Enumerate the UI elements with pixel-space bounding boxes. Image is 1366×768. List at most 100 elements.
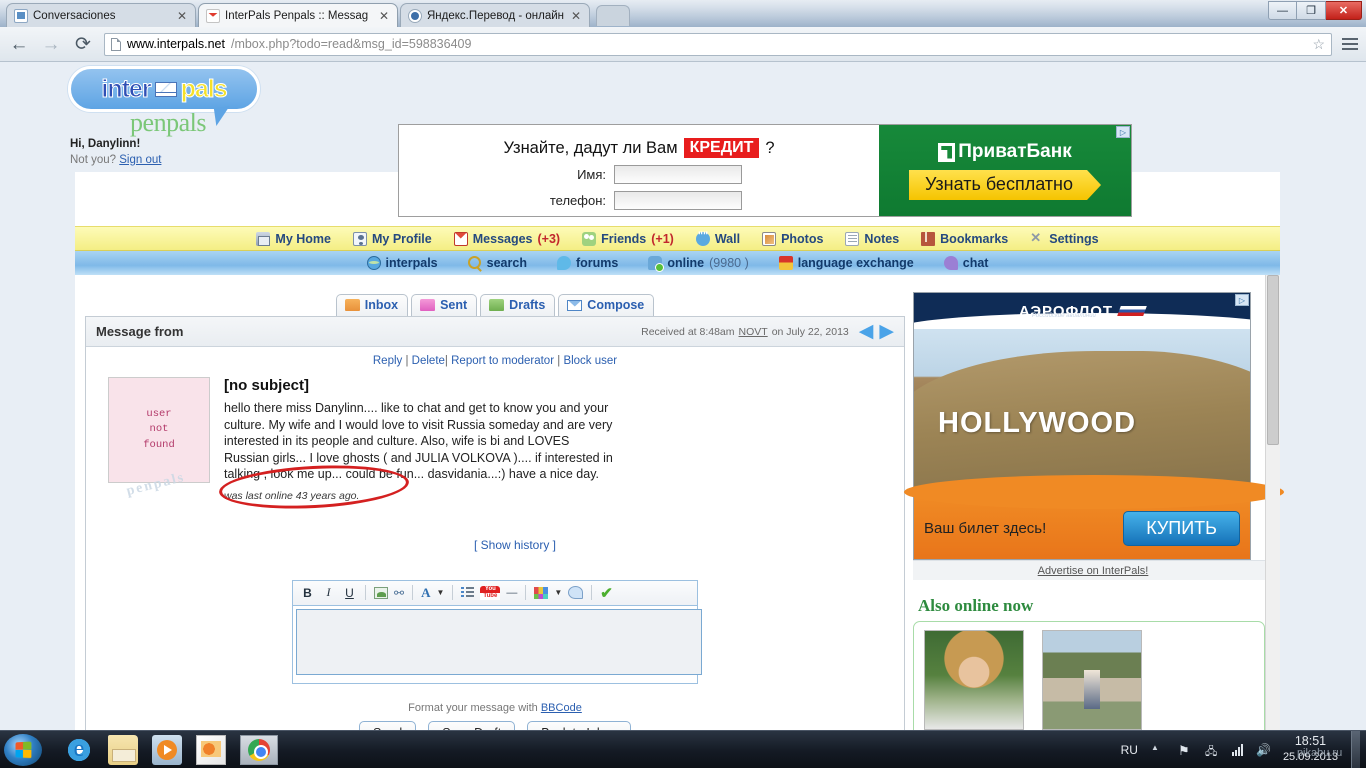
tab-sent[interactable]: Sent <box>411 294 478 316</box>
nav-my-home[interactable]: My Home <box>256 231 331 246</box>
bold-button[interactable]: B <box>300 586 315 600</box>
chrome-taskbar-icon[interactable] <box>240 734 278 765</box>
signal-strength-icon[interactable] <box>1231 743 1243 756</box>
file-explorer-taskbar-icon[interactable] <box>108 734 138 765</box>
horizontal-rule-icon[interactable]: — <box>506 587 517 599</box>
delete-link[interactable]: Delete <box>412 355 445 367</box>
browser-tab-title: Conversaciones <box>33 9 116 22</box>
nav-bookmarks[interactable]: Bookmarks <box>921 231 1008 246</box>
font-color-icon[interactable]: A <box>421 585 430 601</box>
nav-search[interactable]: search <box>467 256 527 270</box>
nav-my-profile[interactable]: My Profile <box>353 231 432 246</box>
privatbank-mark-icon <box>938 142 956 162</box>
top-banner-ad[interactable]: Узнайте, дадут ли Вам КРЕДИТ ? Имя: теле… <box>398 124 1132 217</box>
language-indicator[interactable]: RU <box>1121 743 1138 757</box>
reload-icon[interactable]: ⟳ <box>72 35 94 54</box>
save-draft-button[interactable]: Save Draft <box>428 720 516 730</box>
tab-inbox[interactable]: Inbox <box>335 294 409 316</box>
insert-image-icon[interactable] <box>374 586 388 599</box>
next-message-icon[interactable]: ▶ <box>879 322 894 341</box>
tab-drafts[interactable]: Drafts <box>480 294 556 316</box>
photo-viewer-taskbar-icon[interactable] <box>196 734 226 765</box>
close-tab-icon[interactable]: ✕ <box>377 10 391 22</box>
internet-explorer-taskbar-icon[interactable] <box>64 734 94 765</box>
youtube-icon[interactable]: You Tube <box>480 585 501 600</box>
top-ad-phone-input[interactable] <box>614 191 742 210</box>
volume-icon[interactable] <box>1256 743 1270 757</box>
message-actions: Reply | Delete| Report to moderator | Bl… <box>372 355 618 367</box>
close-tab-icon[interactable]: ✕ <box>569 10 583 22</box>
sign-out-link[interactable]: Sign out <box>119 154 161 166</box>
right-sidebar: АЭРОФЛОТ Российские авиалинии HOLLYWOOD … <box>904 275 1284 730</box>
nav-forums[interactable]: forums <box>556 256 618 270</box>
user-photo[interactable] <box>1042 630 1142 730</box>
chevron-down-icon[interactable]: ▼ <box>436 588 444 597</box>
network-icon[interactable] <box>1205 743 1219 757</box>
media-player-taskbar-icon[interactable] <box>152 734 182 765</box>
chrome-browser-window: Conversaciones ✕ InterPals Penpals :: Me… <box>0 0 1366 730</box>
scrollbar-thumb[interactable] <box>1267 275 1279 445</box>
nav-language-exchange[interactable]: language exchange <box>778 256 914 270</box>
nav-chat[interactable]: chat <box>943 256 988 270</box>
previous-message-icon[interactable]: ◀ <box>859 322 874 341</box>
show-hidden-icons-icon[interactable] <box>1151 743 1165 757</box>
send-button[interactable]: Send <box>358 720 417 730</box>
start-button[interactable] <box>4 733 42 766</box>
back-icon[interactable]: ← <box>8 35 30 54</box>
top-ad-name-input[interactable] <box>614 165 742 184</box>
block-user-link[interactable]: Block user <box>563 355 617 367</box>
bookmark-star-icon[interactable]: ☆ <box>1312 36 1325 53</box>
online-user-card[interactable]: VICTORIA-N 17 <box>1038 630 1146 730</box>
nav-wall[interactable]: Wall <box>695 230 740 246</box>
tab-compose[interactable]: Compose <box>558 294 655 316</box>
color-palette-icon[interactable] <box>534 586 549 599</box>
nav-online[interactable]: online (9980 ) <box>648 256 749 272</box>
chevron-down-icon[interactable]: ▼ <box>554 588 562 597</box>
list-icon[interactable] <box>461 587 475 598</box>
show-desktop-button[interactable] <box>1351 730 1360 768</box>
reply-textarea[interactable] <box>296 608 702 675</box>
insert-link-icon[interactable]: ⚯ <box>394 586 404 600</box>
underline-button[interactable]: U <box>342 586 357 600</box>
back-to-inbox-button[interactable]: Back to Inbox <box>527 720 631 730</box>
nav-messages[interactable]: Messages (+3) <box>453 231 560 246</box>
tab-label: Drafts <box>509 298 546 312</box>
browser-tab-yandex[interactable]: Яндекс.Перевод - онлайн ✕ <box>400 3 590 27</box>
mail-icon <box>453 231 468 246</box>
spellcheck-icon[interactable]: ✔ <box>600 584 613 602</box>
user-photo[interactable] <box>924 630 1024 730</box>
clock[interactable]: 18:51 25.09.2013 pikabu.ru <box>1283 734 1342 764</box>
nav-photos[interactable]: Photos <box>762 231 823 246</box>
advertise-link[interactable]: Advertise on InterPals! <box>1038 565 1149 577</box>
new-tab-button[interactable] <box>596 5 630 26</box>
nav-interpals[interactable]: interpals <box>366 256 438 270</box>
close-tab-icon[interactable]: ✕ <box>175 10 189 22</box>
forward-icon[interactable]: → <box>40 35 62 54</box>
italic-button[interactable]: I <box>321 585 336 600</box>
browser-tab-conversaciones[interactable]: Conversaciones ✕ <box>6 3 196 27</box>
bbcode-link[interactable]: BBCode <box>541 702 582 714</box>
nav-settings[interactable]: Settings <box>1030 230 1098 246</box>
show-history-link[interactable]: [ Show history ] <box>126 502 904 552</box>
nav-notes[interactable]: Notes <box>845 231 899 246</box>
page-scrollbar[interactable] <box>1265 275 1280 730</box>
chrome-menu-icon[interactable] <box>1342 38 1358 50</box>
top-ad-cta-button[interactable]: Узнать бесплатно <box>909 170 1101 200</box>
online-user-card[interactable]: SLY38 38 <box>920 630 1028 730</box>
address-bar[interactable]: www.interpals.net /mbox.php?todo=read&ms… <box>104 32 1332 56</box>
smiley-icon[interactable] <box>568 586 584 599</box>
browser-tab-interpals[interactable]: InterPals Penpals :: Messag ✕ <box>198 3 398 27</box>
adchoices-icon[interactable]: ▷ <box>1235 294 1249 306</box>
report-to-moderator-link[interactable]: Report to moderator <box>451 355 554 367</box>
restore-button[interactable]: ❐ <box>1297 1 1326 20</box>
action-center-flag-icon[interactable] <box>1178 743 1192 757</box>
close-window-button[interactable]: ✕ <box>1326 1 1362 20</box>
site-logo[interactable]: inter pals penpals <box>68 66 268 138</box>
aeroflot-subtitle: Российские авиалинии <box>1032 313 1096 319</box>
adchoices-icon[interactable]: ▷ <box>1116 126 1130 138</box>
nav-friends[interactable]: Friends (+1) <box>582 231 674 246</box>
buy-button[interactable]: КУПИТЬ <box>1123 510 1240 546</box>
minimize-button[interactable]: — <box>1268 1 1297 20</box>
reply-link[interactable]: Reply <box>373 355 402 367</box>
aeroflot-ad[interactable]: АЭРОФЛОТ Российские авиалинии HOLLYWOOD … <box>904 292 1284 560</box>
